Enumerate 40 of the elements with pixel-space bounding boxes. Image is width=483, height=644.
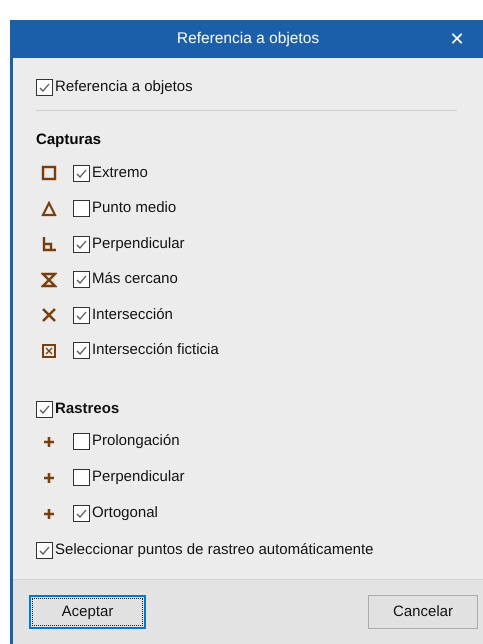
cross-icon xyxy=(41,307,57,323)
check-icon xyxy=(38,544,51,557)
checkbox-label[interactable]: Más cercano xyxy=(92,268,178,291)
checkbox-label[interactable]: Ortogonal xyxy=(92,502,158,525)
checked-checkbox[interactable] xyxy=(73,505,90,522)
checkbox-label[interactable]: Perpendicular xyxy=(92,232,185,256)
perpendicular-icon xyxy=(41,236,57,252)
checkbox-label[interactable]: Intersección xyxy=(92,304,173,326)
window-title: Referencia a objetos xyxy=(176,29,320,50)
checkbox[interactable] xyxy=(73,469,90,486)
checked-checkbox[interactable] xyxy=(36,542,53,559)
checkbox-label[interactable]: Seleccionar puntos de rastreo automáticamente xyxy=(55,539,374,562)
accept-button[interactable]: Aceptar xyxy=(29,595,146,629)
checkbox-label[interactable]: Punto medio xyxy=(92,197,176,220)
check-icon xyxy=(75,344,88,357)
check-icon xyxy=(75,507,88,520)
cancel-button[interactable]: Cancelar xyxy=(368,595,478,629)
checked-checkbox[interactable] xyxy=(73,271,90,288)
hourglass-icon xyxy=(41,272,57,288)
check-icon xyxy=(38,403,51,416)
checkbox-label[interactable]: Prolongación xyxy=(92,430,180,453)
checkbox-label[interactable]: Rastreos xyxy=(55,398,120,421)
checkbox-label[interactable]: Extremo xyxy=(92,162,148,184)
checkbox-label[interactable]: Perpendicular xyxy=(92,466,185,489)
check-icon xyxy=(75,273,88,286)
checkbox-label[interactable]: Intersección ficticia xyxy=(92,339,219,362)
checkbox-label[interactable]: Referencia a objetos xyxy=(55,76,193,98)
checkbox[interactable] xyxy=(73,433,90,450)
checked-checkbox[interactable] xyxy=(73,236,90,252)
square-icon xyxy=(41,165,57,181)
checkbox[interactable] xyxy=(73,200,90,217)
checked-checkbox[interactable] xyxy=(36,401,53,418)
checked-checkbox[interactable] xyxy=(36,78,53,96)
section-heading: Capturas xyxy=(36,130,102,150)
checked-checkbox[interactable] xyxy=(73,342,90,359)
boxed-cross-icon xyxy=(41,342,57,358)
close-button[interactable]: ✕ xyxy=(445,27,469,51)
checked-checkbox[interactable] xyxy=(73,306,90,324)
checked-checkbox[interactable] xyxy=(73,164,90,182)
triangle-icon xyxy=(41,200,57,216)
